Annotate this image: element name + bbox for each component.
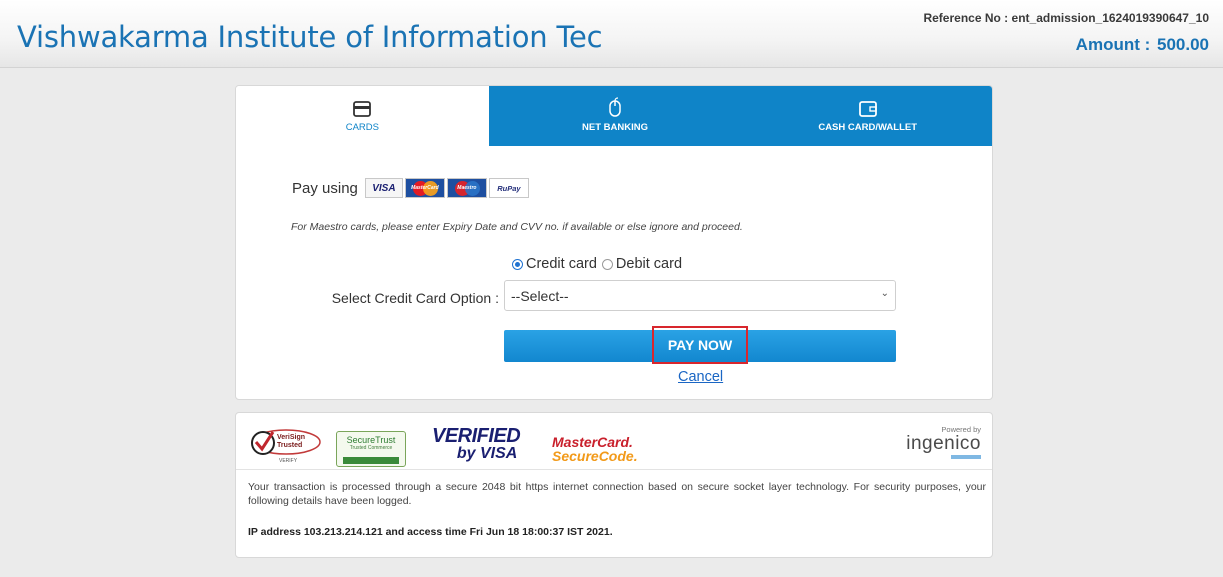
mastercard-securecode-seal: MasterCard. SecureCode. — [552, 435, 638, 464]
tab-cards-label: CARDS — [345, 122, 379, 133]
debit-card-label[interactable]: Debit card — [616, 256, 682, 272]
trust-seals: VeriSign Trusted VERIFY SecureTrust Trus… — [249, 419, 981, 467]
rupay-logo-text: RuPay — [497, 183, 521, 193]
debit-card-radio[interactable] — [601, 258, 613, 270]
institute-name: Vishwakarma Institute of Information Tec — [17, 20, 603, 54]
tab-cards[interactable]: CARDS — [236, 86, 489, 146]
verisign-text: VeriSign Trusted — [277, 434, 306, 449]
wallet-icon — [858, 97, 877, 117]
tab-cash-card-wallet-label: CASH CARD/WALLET — [818, 122, 918, 133]
securecode-text: SecureCode. — [552, 448, 638, 464]
credit-card-option-label: Select Credit Card Option : — [331, 290, 499, 306]
card-type-radio-group: Credit card Debit card — [512, 256, 687, 272]
payment-panel: CARDS NET BANKING CASH CARD/WALLET Pay u… — [235, 85, 993, 400]
verisign-seal: VeriSign Trusted VERIFY — [249, 426, 323, 469]
cancel-link[interactable]: Cancel — [678, 369, 723, 385]
verified-text: VERIFIED — [432, 425, 521, 447]
verisign-sub-text: VERIFY — [279, 458, 298, 464]
amount-label: Amount : — [1075, 35, 1151, 54]
payment-tabs: CARDS NET BANKING CASH CARD/WALLET — [236, 86, 992, 146]
securetrust-text: SecureTrust — [346, 435, 396, 445]
chevron-down-icon: ⌄ — [880, 288, 889, 299]
pay-using-row: Pay using VISA MasterCard Maestro RuPay — [292, 178, 531, 198]
credit-card-option-select[interactable]: --Select-- ⌄ — [504, 280, 896, 311]
pay-now-button[interactable]: PAY NOW — [652, 326, 748, 364]
amount: Amount : 500.00 — [1076, 35, 1209, 55]
ingenico-text: ingenico — [906, 433, 981, 454]
maestro-logo-text: Maestro — [457, 185, 477, 191]
pay-using-label: Pay using — [292, 179, 358, 197]
maestro-logo: Maestro — [446, 178, 487, 198]
reference-number: Reference No : ent_admission_16240193906… — [923, 11, 1209, 25]
mouse-icon — [609, 97, 621, 117]
page-header: Vishwakarma Institute of Information Tec… — [0, 0, 1223, 68]
tab-cash-card-wallet[interactable]: CASH CARD/WALLET — [741, 86, 992, 146]
footer-divider — [236, 469, 992, 470]
tab-net-banking-label: NET BANKING — [582, 122, 648, 133]
amount-value: 500.00 — [1157, 35, 1209, 54]
verified-by-visa-seal: VERIFIED by VISA — [432, 425, 521, 462]
security-statement: Your transaction is processed through a … — [248, 481, 986, 507]
visa-logo-text: VISA — [372, 182, 396, 194]
ip-access-log: IP address 103.213.214.121 and access ti… — [248, 526, 613, 538]
pay-now-bar[interactable]: PAY NOW — [504, 326, 896, 364]
credit-card-label[interactable]: Credit card — [526, 256, 597, 272]
mastercard-logo: MasterCard — [404, 178, 445, 198]
tab-net-banking[interactable]: NET BANKING — [488, 86, 742, 146]
select-value: --Select-- — [511, 288, 569, 304]
by-visa-text: by VISA — [456, 445, 518, 462]
security-footer: VeriSign Trusted VERIFY SecureTrust Trus… — [235, 412, 993, 558]
mastercard-text: MasterCard. — [552, 434, 633, 450]
visa-logo: VISA — [364, 178, 403, 198]
securetrust-seal: SecureTrust Trusted Commerce — [336, 431, 406, 467]
ingenico-logo: Powered by ingenico — [906, 425, 981, 459]
rupay-logo: RuPay — [488, 178, 529, 198]
maestro-note: For Maestro cards, please enter Expiry D… — [291, 221, 743, 233]
card-icon — [353, 97, 372, 117]
mastercard-logo-text: MasterCard — [411, 185, 439, 191]
reference-label: Reference No : — [923, 11, 1009, 25]
securetrust-sub-text: Trusted Commerce — [349, 445, 393, 451]
reference-value: ent_admission_1624019390647_10 — [1011, 11, 1209, 25]
credit-card-radio[interactable] — [512, 258, 523, 270]
